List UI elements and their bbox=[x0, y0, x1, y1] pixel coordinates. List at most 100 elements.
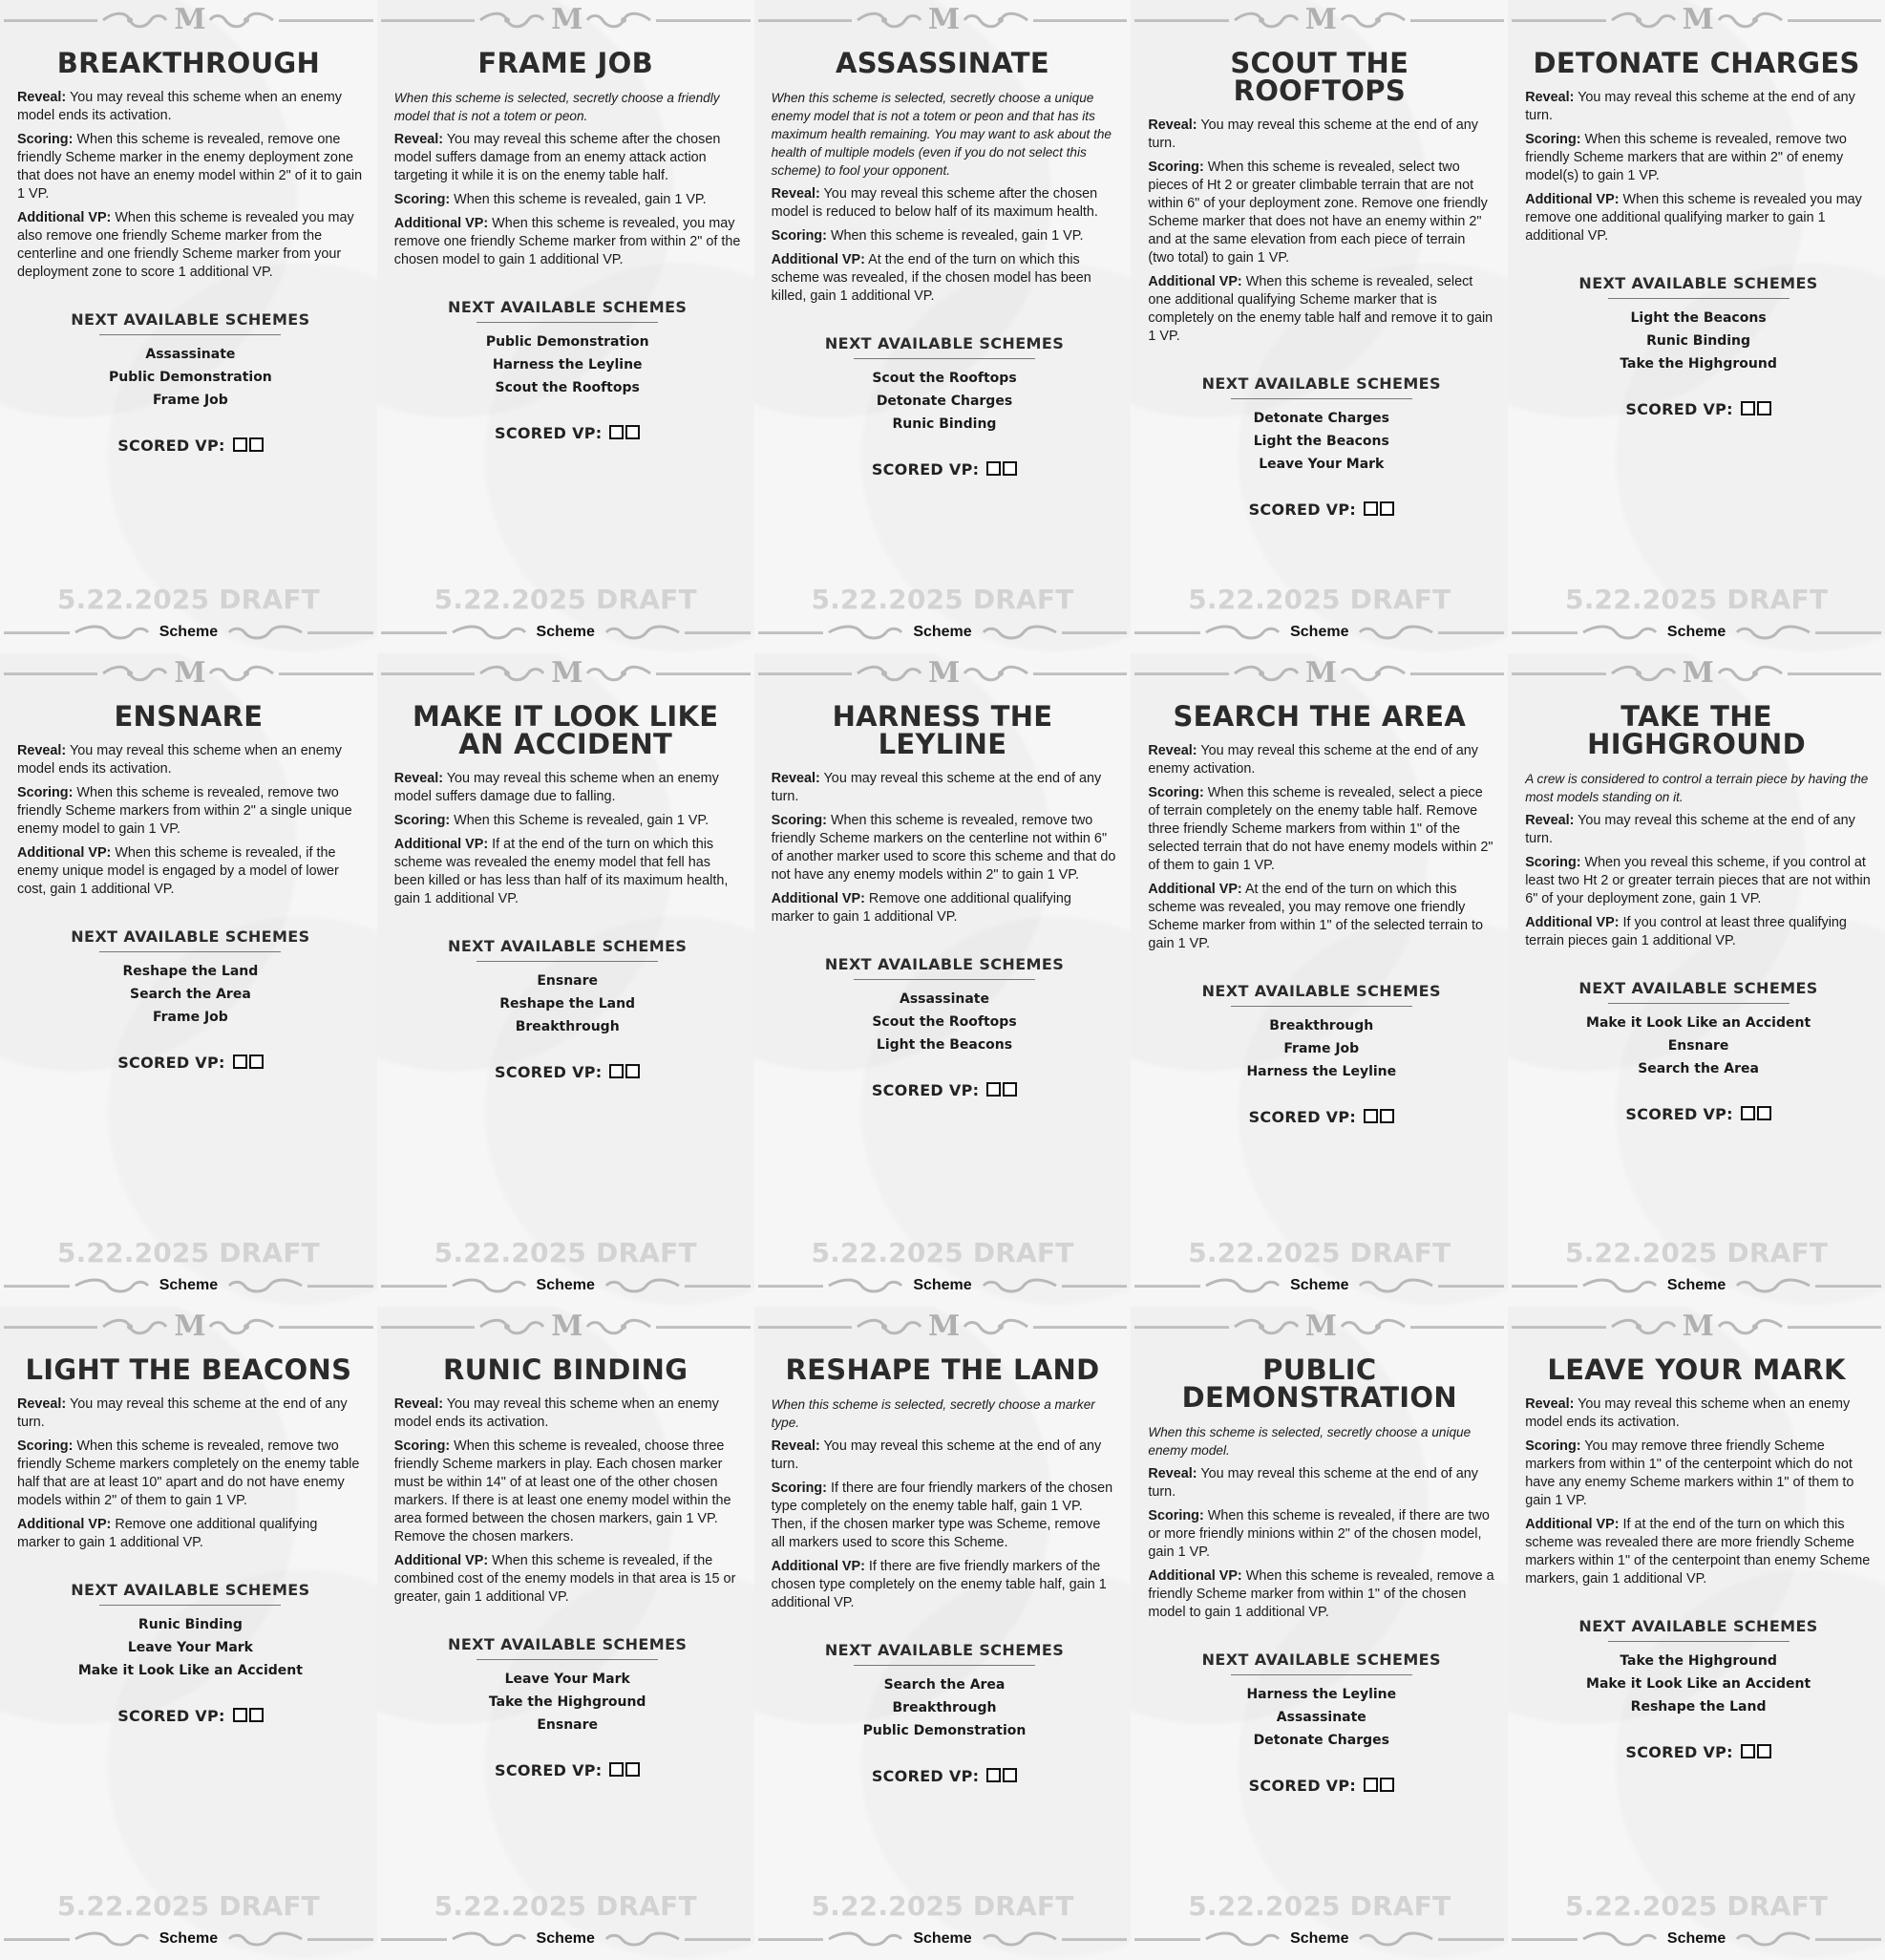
vp-checkbox[interactable] bbox=[986, 461, 1002, 476]
vp-checkbox[interactable] bbox=[232, 1055, 247, 1069]
scored-vp: SCORED VP: bbox=[772, 460, 1118, 479]
ornament-line bbox=[656, 18, 751, 22]
scheme-rule-paragraph: Reveal: You may reveal this scheme after… bbox=[772, 185, 1118, 222]
vp-checkbox[interactable] bbox=[248, 1708, 264, 1722]
next-scheme-item: Public Demonstration bbox=[485, 334, 649, 350]
rule-text: You may reveal this scheme at the end of… bbox=[1525, 90, 1855, 123]
vp-checkbox[interactable] bbox=[1003, 1082, 1018, 1097]
ornament-line bbox=[684, 1937, 751, 1941]
vp-checkbox[interactable] bbox=[232, 437, 247, 452]
next-schemes-heading: NEXT AVAILABLE SCHEMES bbox=[1201, 982, 1441, 1000]
vp-checkbox[interactable] bbox=[1379, 501, 1394, 516]
next-scheme-item: Search the Area bbox=[1638, 1061, 1759, 1076]
scheme-rule-paragraph: Scoring: When this scheme is revealed, c… bbox=[394, 1438, 741, 1546]
scheme-card: M RUNIC BINDING Reveal: You may reveal t… bbox=[376, 1307, 754, 1960]
rule-text: When this scheme is revealed, gain 1 VP. bbox=[826, 228, 1084, 244]
ornament-line bbox=[1134, 671, 1229, 675]
vp-checkbox[interactable] bbox=[1363, 1778, 1378, 1792]
card-type-label: Scheme bbox=[913, 624, 972, 640]
draft-watermark: 5.22.2025 DRAFT bbox=[434, 1237, 697, 1268]
swirl-ornament-icon bbox=[227, 1278, 303, 1293]
scheme-intro: When this scheme is selected, secretly c… bbox=[771, 91, 1112, 178]
rule-label: Reveal: bbox=[771, 186, 820, 202]
ornament-line bbox=[1134, 630, 1201, 634]
next-scheme-item: Take the Highground bbox=[1620, 1653, 1777, 1669]
vp-checkbox[interactable] bbox=[1740, 1106, 1755, 1120]
scored-vp: SCORED VP: bbox=[772, 1081, 1118, 1099]
scored-vp-label: SCORED VP: bbox=[871, 1767, 980, 1785]
swirl-ornament-icon bbox=[1717, 11, 1783, 29]
vp-checkbox[interactable] bbox=[1363, 501, 1378, 516]
rule-label: Scoring: bbox=[1148, 1508, 1204, 1523]
scheme-rules: Reveal: You may reveal this scheme after… bbox=[772, 185, 1118, 306]
swirl-ornament-icon bbox=[828, 1278, 903, 1293]
scheme-card: M ASSASSINATE When this scheme is select… bbox=[753, 0, 1132, 653]
top-ornament: M bbox=[754, 1312, 1132, 1341]
next-schemes-heading: NEXT AVAILABLE SCHEMES bbox=[824, 1641, 1065, 1659]
scheme-body: When this scheme is selected, secretly c… bbox=[772, 89, 1118, 479]
next-scheme-item: Breakthrough bbox=[1269, 1018, 1374, 1033]
vp-checkbox[interactable] bbox=[1003, 461, 1018, 476]
next-schemes-list: Detonate Charges Light the Beacons Leave Y… bbox=[1148, 407, 1494, 476]
swirl-ornament-icon bbox=[209, 1318, 275, 1335]
vp-checkbox[interactable] bbox=[1003, 1768, 1018, 1782]
swirl-ornament-icon bbox=[1582, 1278, 1658, 1293]
vp-checkbox[interactable] bbox=[248, 437, 264, 452]
ornament-line bbox=[1512, 671, 1606, 675]
ornament-line bbox=[4, 630, 70, 634]
swirl-ornament-icon bbox=[982, 1931, 1057, 1947]
next-scheme-item: Harness the Leyline bbox=[1246, 1064, 1397, 1079]
vp-checkbox[interactable] bbox=[1740, 1744, 1755, 1758]
draft-watermark: 5.22.2025 DRAFT bbox=[1188, 584, 1451, 615]
vp-checkbox[interactable] bbox=[232, 1708, 247, 1722]
vp-checkbox[interactable] bbox=[986, 1082, 1002, 1097]
bottom-ornament: Scheme bbox=[377, 1926, 754, 1952]
next-scheme-item: Ensnare bbox=[537, 1717, 599, 1733]
vp-checkbox[interactable] bbox=[1379, 1778, 1394, 1792]
scheme-title: LEAVE YOUR MARK bbox=[1547, 1353, 1846, 1386]
scheme-title: BREAKTHROUGH bbox=[56, 47, 321, 79]
scored-vp-label: SCORED VP: bbox=[117, 1707, 225, 1725]
vp-checkbox[interactable] bbox=[609, 1064, 625, 1078]
scheme-card: M SEARCH THE AREA Reveal: You may reveal… bbox=[1131, 653, 1509, 1307]
vp-checkbox[interactable] bbox=[986, 1768, 1002, 1782]
scheme-card: M DETONATE CHARGES Reveal: You may revea… bbox=[1508, 0, 1885, 653]
vp-checkbox[interactable] bbox=[625, 1064, 641, 1078]
draft-watermark: 5.22.2025 DRAFT bbox=[811, 1890, 1074, 1922]
swirl-ornament-icon bbox=[857, 1318, 922, 1335]
vp-checkbox[interactable] bbox=[1756, 1744, 1771, 1758]
scheme-rules: Reveal: You may reveal this scheme when … bbox=[17, 89, 364, 282]
vp-checkbox[interactable] bbox=[609, 425, 625, 439]
top-ornament: M bbox=[1131, 659, 1508, 688]
vp-checkbox[interactable] bbox=[609, 1762, 625, 1777]
next-scheme-item: Scout the Rooftops bbox=[872, 371, 1017, 386]
vp-checkbox[interactable] bbox=[1363, 1109, 1378, 1123]
scheme-title: HARNESS THE LEYLINE bbox=[832, 700, 1053, 760]
rule-label: Scoring: bbox=[1525, 1438, 1581, 1454]
ornament-line bbox=[1409, 18, 1505, 22]
vp-checkbox[interactable] bbox=[1756, 1106, 1771, 1120]
vp-checkbox[interactable] bbox=[625, 1762, 641, 1777]
card-type-label: Scheme bbox=[913, 1277, 972, 1293]
scheme-rule-paragraph: Scoring: When this scheme is revealed, s… bbox=[1148, 784, 1494, 875]
card-type-label: Scheme bbox=[1290, 624, 1349, 640]
next-schemes-divider bbox=[1230, 1674, 1412, 1675]
swirl-ornament-icon bbox=[1340, 665, 1406, 682]
swirl-ornament-icon bbox=[963, 11, 1028, 29]
rule-label: Additional VP: bbox=[771, 252, 865, 267]
vp-checkbox[interactable] bbox=[248, 1055, 264, 1069]
vp-checkbox[interactable] bbox=[625, 425, 641, 439]
scheme-body: Reveal: You may reveal this scheme when … bbox=[1525, 1395, 1872, 1761]
next-schemes-divider bbox=[477, 1659, 659, 1660]
scored-vp: SCORED VP: bbox=[1525, 1743, 1872, 1761]
scheme-rule-paragraph: Additional VP: At the end of the turn on… bbox=[772, 251, 1118, 306]
vp-checkbox[interactable] bbox=[1379, 1109, 1394, 1123]
vp-checkbox[interactable] bbox=[1740, 401, 1755, 415]
ornament-line bbox=[757, 18, 852, 22]
next-schemes-heading: NEXT AVAILABLE SCHEMES bbox=[71, 1581, 310, 1599]
ornament-line bbox=[307, 1937, 373, 1941]
ornament-line bbox=[1815, 1284, 1881, 1288]
bottom-ornament: Scheme bbox=[1508, 1926, 1885, 1952]
vp-checkbox[interactable] bbox=[1756, 401, 1771, 415]
draft-watermark: 5.22.2025 DRAFT bbox=[1188, 1890, 1451, 1922]
